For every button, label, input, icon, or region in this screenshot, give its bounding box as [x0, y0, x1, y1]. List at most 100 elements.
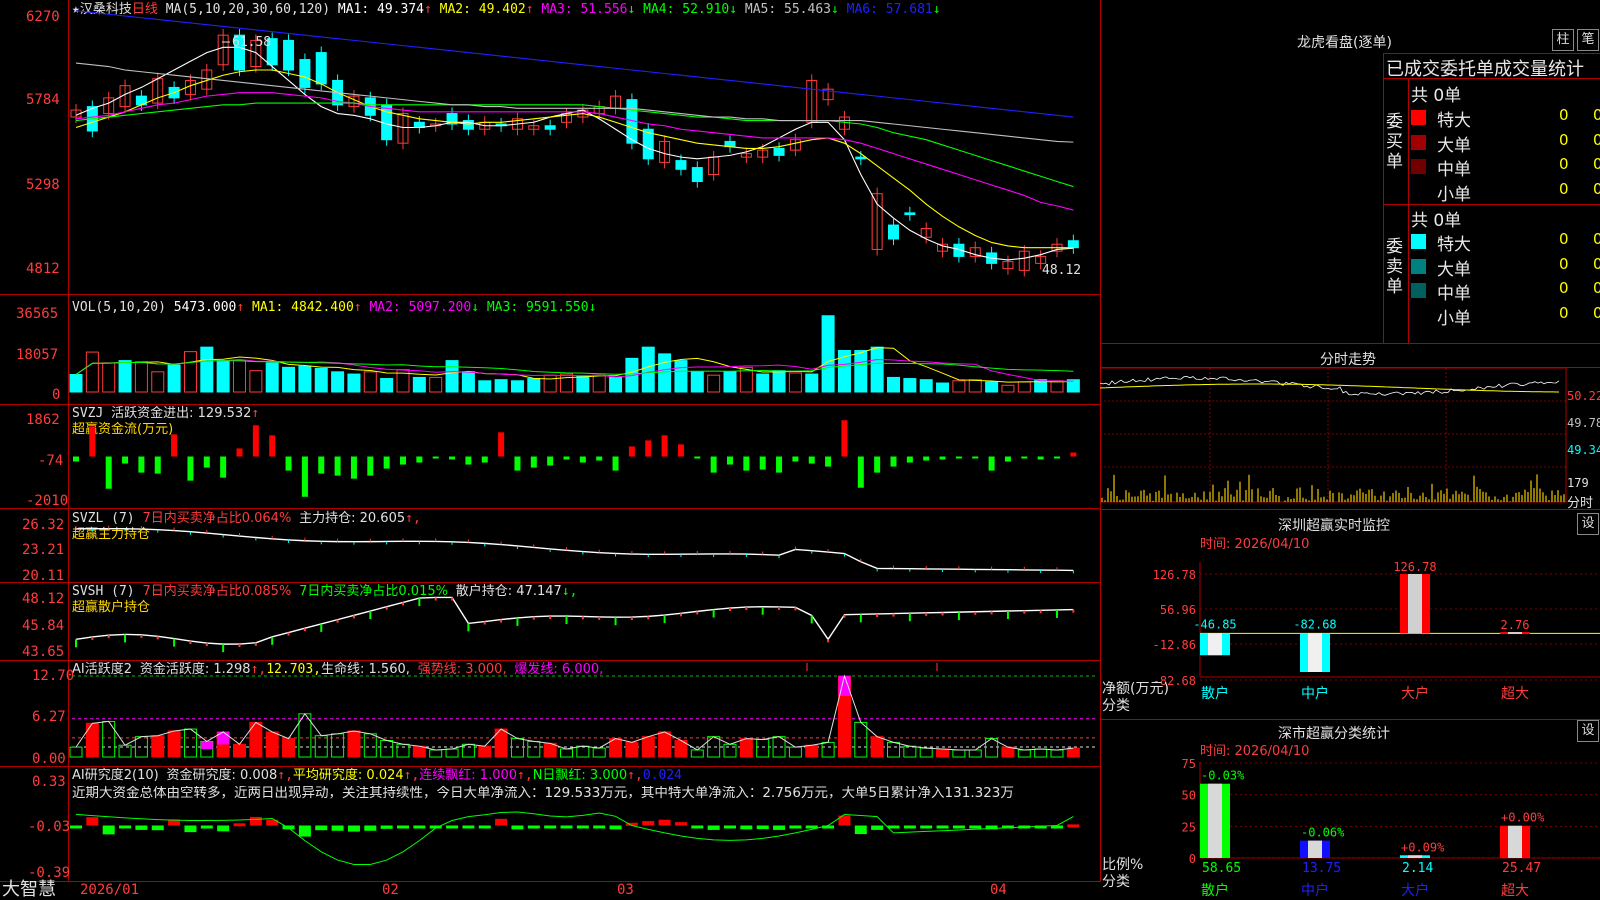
stats-delta-label: +0.00% — [1501, 811, 1545, 825]
panel-divider — [1383, 53, 1384, 343]
activity-bar — [659, 732, 671, 757]
volume-bar — [969, 380, 981, 392]
capital-flow-bar — [449, 457, 455, 460]
capital-flow-bar — [155, 457, 161, 474]
capital-flow-bar — [122, 457, 128, 464]
monitor-bar-label: -82.68 — [1293, 617, 1336, 631]
activity-bar — [593, 748, 605, 757]
legend-swatch — [1411, 159, 1426, 174]
activity-bar — [561, 749, 573, 757]
capital-flow-bar — [220, 457, 226, 478]
volume-bar — [413, 377, 425, 392]
capital-flow-bar — [989, 457, 995, 471]
monitor-category-label: 大户 — [1401, 685, 1429, 702]
buy-total: 共 0单 — [1411, 81, 1461, 106]
sell-order-row: 小单00% — [1411, 304, 1600, 328]
activity-bar — [757, 740, 769, 757]
candle-body — [300, 60, 310, 88]
research-bar — [86, 817, 98, 825]
volume-bar — [70, 375, 82, 392]
activity-bar — [348, 731, 360, 757]
activity-bar — [1002, 747, 1014, 757]
sz-monitor-title: 深圳超赢实时监控 — [1278, 515, 1390, 535]
activity-bar — [969, 750, 981, 757]
sell-order-pct: 0% — [1593, 279, 1600, 297]
capital-flow-bar — [1021, 457, 1027, 459]
activity-bar — [430, 750, 442, 757]
capital-flow-bar — [596, 457, 602, 461]
capital-flow-bar — [760, 457, 766, 470]
research-bar — [381, 826, 393, 829]
research-bar — [642, 821, 654, 825]
volume-bar — [250, 371, 262, 392]
kline-chart[interactable]: 61.58 48.12 — [0, 0, 1100, 900]
capital-flow-bar — [809, 457, 815, 464]
intraday-chart[interactable] — [1100, 368, 1600, 508]
tab-filled-orders[interactable]: 已成交委托单 — [1386, 59, 1494, 80]
sell-order-row: 中单00% — [1411, 279, 1600, 303]
activity-bar — [1051, 750, 1063, 757]
research-bar — [413, 826, 425, 829]
sell-order-name: 大单 — [1437, 255, 1471, 280]
sz-stats-settings-button[interactable]: 设 — [1577, 720, 1599, 742]
volume-bar — [462, 372, 474, 392]
tab-volume-stats[interactable]: 成交量统计 — [1494, 59, 1584, 80]
bar-mode-button[interactable]: 柱 — [1552, 29, 1574, 51]
research-bar — [217, 826, 229, 832]
main-holding-line — [76, 529, 1073, 571]
capital-flow-bar — [874, 457, 880, 473]
tick-mode-button[interactable]: 笔 — [1577, 29, 1599, 51]
stats-bar-highlight — [1308, 841, 1322, 858]
research-bar — [920, 826, 932, 829]
volume-bar — [168, 365, 180, 392]
buy-order-row: 中单00% — [1411, 155, 1600, 179]
activity-bar — [855, 722, 867, 757]
volume-bar — [904, 379, 916, 392]
volume-bar — [1018, 382, 1030, 392]
capital-flow-bar — [106, 457, 112, 489]
capital-flow-bar — [711, 457, 717, 473]
stats-delta-label: +0.09% — [1401, 840, 1445, 854]
monitor-bar-highlight — [1208, 633, 1222, 655]
volume-bar — [152, 372, 164, 392]
intraday-ytick: 50.22 — [1567, 389, 1600, 403]
activity-bar — [642, 737, 654, 757]
sz-stats-unit: 比例% — [1102, 858, 1143, 873]
capital-flow-bar — [907, 457, 913, 463]
buy-order-pct: 0% — [1593, 180, 1600, 198]
sz-stats-chart: 7550250-0.03%58.65散户-0.06%13.75中户+0.09%2… — [1100, 758, 1600, 900]
volume-bar — [757, 374, 769, 392]
capital-flow-bar — [367, 457, 373, 476]
capital-flow-bar — [531, 457, 537, 468]
monitor-bar-label: 126.78 — [1393, 560, 1436, 574]
activity-bar — [904, 746, 916, 757]
capital-flow-bar — [318, 457, 324, 474]
research-bar — [757, 826, 769, 830]
monitor-ytick: -12.86 — [1153, 638, 1196, 652]
panel-divider — [1100, 719, 1600, 720]
volume-bar — [871, 347, 883, 392]
capital-flow-bar — [1038, 457, 1044, 460]
research-bar — [691, 826, 703, 829]
activity-bar — [70, 747, 82, 757]
candle-body — [545, 126, 555, 129]
research-bar — [397, 826, 409, 829]
volume-bar — [381, 379, 393, 392]
panel-divider — [1100, 509, 1600, 510]
volume-bar — [364, 372, 376, 392]
candle-body — [905, 213, 915, 215]
capital-flow-bar — [825, 457, 831, 467]
candle-body — [284, 40, 294, 70]
candle-body — [856, 157, 866, 159]
volume-bar — [201, 347, 213, 392]
research-bar — [708, 826, 720, 830]
research-bar — [103, 826, 115, 835]
monitor-category-label: 中户 — [1301, 685, 1329, 702]
capital-flow-bar — [384, 457, 390, 469]
sz-monitor-chart: 126.7856.96-12.86-82.68-46.85散户-82.68中户1… — [1100, 552, 1600, 717]
activity-bar — [462, 744, 474, 757]
research-bar — [234, 823, 246, 826]
sz-monitor-settings-button[interactable]: 设 — [1577, 513, 1599, 535]
activity-bar — [315, 736, 327, 757]
candle-body — [692, 168, 702, 182]
